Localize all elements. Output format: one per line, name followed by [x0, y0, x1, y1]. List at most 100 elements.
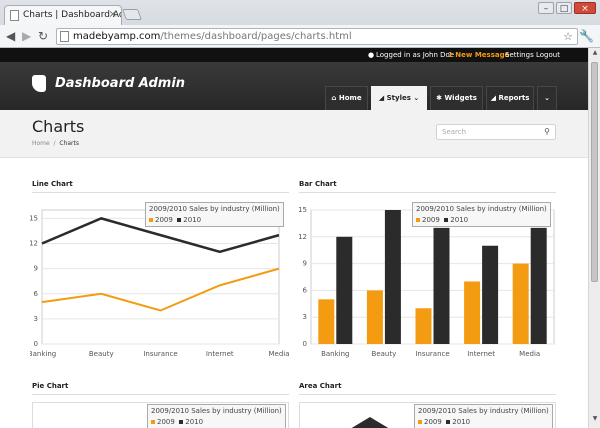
legend-swatch-2009 [416, 218, 420, 222]
y-tick-label: 12 [30, 240, 38, 248]
legend-swatch-2009 [151, 420, 155, 424]
y-tick-label: 9 [303, 260, 307, 268]
y-tick-label: 15 [298, 206, 307, 214]
pie-chart: 2009/2010 Sales by industry (Million) 20… [32, 402, 289, 428]
area-chart-title: Area Chart [299, 382, 342, 390]
legend-label-2009: 2009 [157, 418, 175, 426]
back-icon[interactable]: ◀ [6, 29, 15, 43]
bar-2010 [336, 236, 353, 344]
page-header: Charts Home / Charts Search ⚲ [0, 110, 588, 158]
logged-in-text: Logged in as John Doe [376, 51, 455, 59]
breadcrumb: Home / Charts [32, 140, 79, 147]
divider [32, 394, 289, 395]
user-icon: ● [368, 51, 375, 59]
pie-chart-legend: 2009/2010 Sales by industry (Million) 20… [147, 404, 286, 428]
scroll-down-icon[interactable]: ▼ [590, 415, 600, 427]
legend-label-2010: 2010 [450, 216, 469, 224]
minimize-button[interactable]: – [538, 2, 554, 14]
nav-reports-label: Reports [498, 94, 530, 102]
y-tick-label: 9 [34, 265, 38, 273]
browser-tab[interactable]: Charts | Dashboard Admin × [4, 5, 122, 25]
legend-label-2009: 2009 [155, 216, 173, 224]
x-tick-label: Banking [30, 350, 56, 358]
bar-2010 [530, 227, 547, 344]
new-tab-button[interactable] [121, 9, 143, 20]
bar-chart: 0 3 6 9 12 15 Banking Beauty Insurance Internet Me… [297, 200, 559, 365]
brand-name[interactable]: Dashboard Admin [55, 76, 185, 91]
nav-widgets-label: Widgets [444, 94, 477, 102]
close-window-button[interactable]: × [574, 2, 596, 14]
scrollbar-thumb[interactable] [591, 62, 598, 282]
line-chart-legend: 2009/2010 Sales by industry (Million) 20… [145, 202, 284, 227]
settings-link[interactable]: Settings [505, 51, 534, 59]
bar-2009 [366, 290, 383, 344]
search-input[interactable]: Search ⚲ [436, 124, 556, 140]
x-tick-label: Insurance [415, 350, 449, 358]
legend-label-2010: 2010 [183, 216, 202, 224]
x-tick-label: Media [519, 350, 540, 358]
x-tick-label: Internet [206, 350, 234, 358]
url-host: madebyamp.com [73, 31, 161, 42]
breadcrumb-current: Charts [59, 140, 79, 147]
bar-chart-title: Bar Chart [299, 180, 337, 188]
search-icon[interactable]: ⚲ [544, 127, 550, 136]
bar-2010 [482, 245, 499, 344]
legend-title: 2009/2010 Sales by industry (Million) [151, 407, 282, 415]
bar-2009 [464, 281, 481, 344]
x-tick-label: Beauty [372, 350, 397, 358]
y-tick-label: 6 [34, 290, 39, 298]
bar-2009 [318, 299, 335, 344]
legend-swatch-2010 [177, 218, 182, 222]
line-chart-title: Line Chart [32, 180, 73, 188]
nav-reports[interactable]: ◢ Reports [486, 86, 534, 110]
logout-link[interactable]: Logout [536, 51, 560, 59]
window-controls: – □ × [538, 2, 596, 14]
legend-swatch-2010 [444, 218, 449, 222]
x-tick-label: Insurance [143, 350, 177, 358]
y-tick-label: 0 [303, 340, 307, 348]
divider [299, 394, 556, 395]
bookmark-star-icon[interactable]: ☆ [563, 29, 573, 44]
divider [32, 192, 289, 193]
maximize-button[interactable]: □ [556, 2, 572, 14]
breadcrumb-home[interactable]: Home [32, 140, 50, 147]
nav-styles[interactable]: ◢ Styles ⌄ [371, 86, 427, 110]
x-tick-label: Banking [321, 350, 349, 358]
line-chart: 0 3 6 9 12 15 Banking Beauty Insurance Internet Me… [28, 200, 290, 365]
y-tick-label: 12 [298, 233, 307, 241]
nav-more-dropdown[interactable]: ⌄ [537, 86, 557, 110]
legend-swatch-2010 [446, 420, 451, 424]
new-message-link[interactable]: 1 New Message [448, 51, 509, 59]
chevron-down-icon: ⌄ [544, 94, 550, 102]
bar-2009 [512, 263, 529, 344]
nav-home-label: Home [338, 94, 362, 102]
legend-swatch-2009 [149, 218, 153, 222]
legend-title: 2009/2010 Sales by industry (Million) [149, 205, 280, 213]
chevron-down-icon: ⌄ [413, 94, 420, 102]
legend-swatch-2010 [179, 420, 184, 424]
x-tick-label: Media [268, 350, 289, 358]
scroll-up-icon[interactable]: ▲ [590, 49, 600, 61]
user-bar: ● Logged in as John Doe 1 New Message Se… [0, 48, 588, 62]
area-chart: 2009/2010 Sales by industry (Million) 20… [299, 402, 556, 428]
legend-title: 2009/2010 Sales by industry (Million) [416, 205, 547, 213]
nav-widgets[interactable]: ✱ Widgets [430, 86, 483, 110]
address-bar[interactable]: madebyamp.com/themes/dashboard/pages/cha… [56, 28, 578, 45]
nav-home[interactable]: ⌂ Home [325, 86, 368, 110]
plot-area [41, 209, 280, 345]
bar-2010 [433, 227, 450, 344]
legend-label-2010: 2010 [452, 418, 471, 426]
area-chart-legend: 2009/2010 Sales by industry (Million) 20… [414, 404, 553, 428]
tab-title: Charts | Dashboard Admin [23, 10, 121, 20]
forward-icon[interactable]: ▶ [22, 29, 31, 43]
page-icon [10, 10, 19, 21]
page-scrollbar[interactable]: ▲ ▼ [588, 48, 600, 428]
reload-icon[interactable]: ↻ [38, 29, 48, 43]
legend-label-2009: 2009 [424, 418, 442, 426]
legend-title: 2009/2010 Sales by industry (Million) [418, 407, 549, 415]
bar-chart-legend: 2009/2010 Sales by industry (Million) 20… [412, 202, 551, 227]
close-tab-icon[interactable]: × [109, 9, 117, 20]
browser-toolbar: ◀ ▶ ↻ madebyamp.com/themes/dashboard/pag… [0, 25, 600, 48]
wrench-icon[interactable]: 🔧 [579, 29, 594, 43]
y-tick-label: 3 [34, 315, 38, 323]
